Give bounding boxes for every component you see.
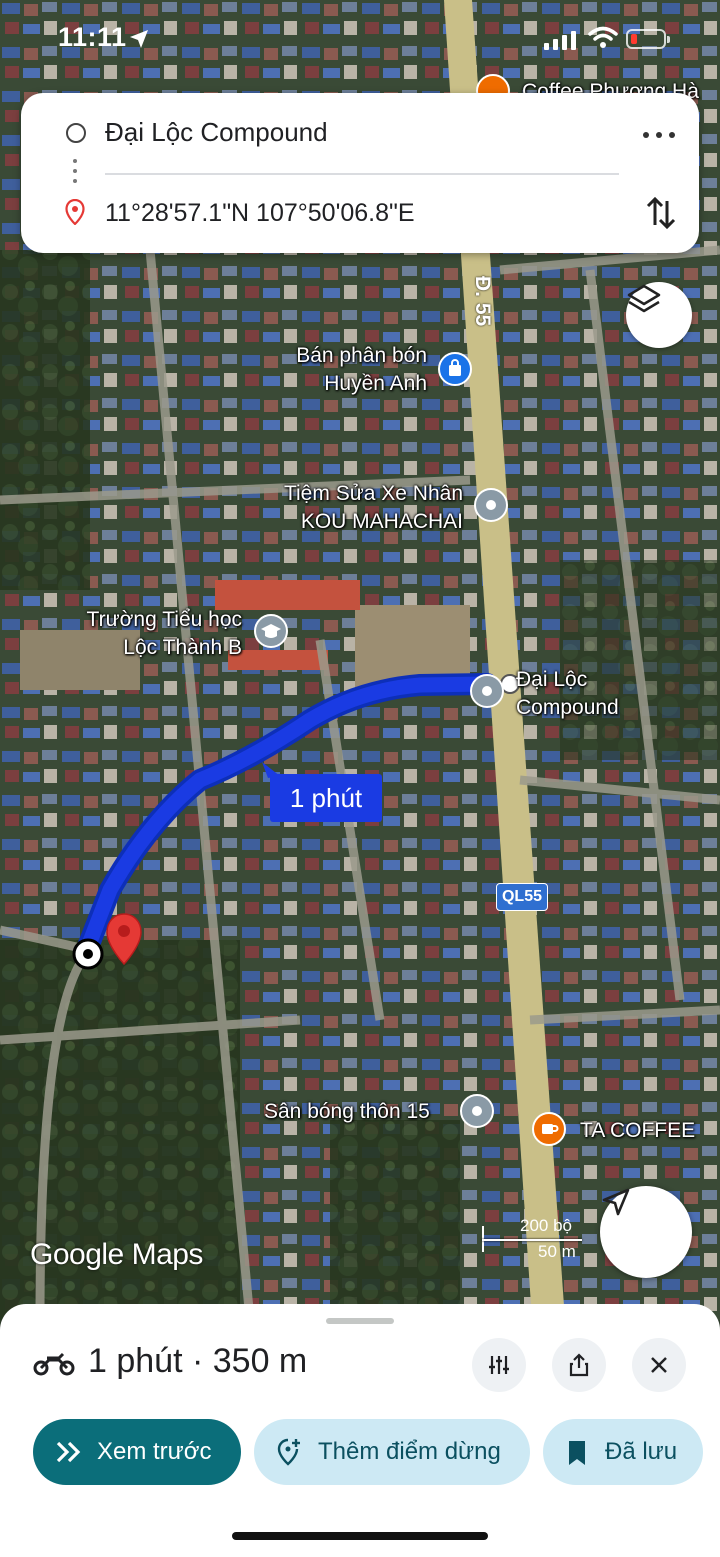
poi-label-field[interactable]: Sân bóng thôn 15 <box>264 1098 430 1126</box>
swap-icon[interactable] <box>643 193 679 233</box>
location-arrow-icon <box>130 30 148 48</box>
poi-label-school-line1[interactable]: Trường Tiểu học <box>70 606 242 634</box>
close-icon <box>651 1357 667 1373</box>
navigation-arrow-icon <box>602 1188 630 1216</box>
compound-pin-icon[interactable] <box>470 674 504 708</box>
close-button[interactable] <box>632 1338 686 1392</box>
preview-button-label: Xem trước <box>97 1438 212 1465</box>
route-card: Đại Lộc Compound 11°28'57.1"N 107°50'06.… <box>21 93 699 253</box>
sheet-drag-handle[interactable] <box>326 1318 394 1324</box>
bookmark-icon <box>569 1441 585 1465</box>
road-name-label: Đ. 55 <box>471 276 494 327</box>
motorcycle-icon <box>33 1352 75 1376</box>
destination-pin-icon[interactable] <box>104 912 144 970</box>
battery-icon <box>626 29 670 49</box>
poi-label-compound-line2[interactable]: Compound <box>516 694 619 722</box>
destination-field[interactable]: 11°28'57.1"N 107°50'06.8"E <box>105 199 415 228</box>
poi-label-repair-line2[interactable]: KOU MAHACHAI <box>270 508 463 536</box>
map-scale: 200 bộ 50 m <box>482 1214 592 1262</box>
share-button[interactable] <box>552 1338 606 1392</box>
route-options-button[interactable] <box>472 1338 526 1392</box>
my-location-button[interactable] <box>600 1186 692 1278</box>
tune-icon <box>489 1356 509 1374</box>
poi-label-compound-line1[interactable]: Đại Lộc <box>516 666 587 694</box>
route-duration-label[interactable]: 1 phút <box>270 774 382 822</box>
layers-icon <box>627 284 661 313</box>
origin-circle-icon <box>66 123 86 143</box>
coffee-cup-icon[interactable] <box>532 1112 566 1146</box>
poi-label-fertilizer-line2[interactable]: Huyền Anh <box>281 370 427 398</box>
double-chevron-icon <box>56 1441 81 1463</box>
route-dots-icon <box>73 159 77 189</box>
poi-label-coffee[interactable]: TA COFFEE <box>580 1117 695 1145</box>
saved-button-label: Đã lưu <box>605 1438 678 1465</box>
poi-label-school-line2[interactable]: Lộc Thành B <box>70 634 242 662</box>
saved-button[interactable]: Đã lưu <box>543 1419 703 1485</box>
field-pin-icon[interactable] <box>460 1094 494 1128</box>
layers-button[interactable] <box>626 282 692 348</box>
google-maps-logo: Google Maps <box>30 1238 203 1271</box>
origin-field[interactable]: Đại Lộc Compound <box>105 117 328 148</box>
scale-metric-label: 50 m <box>538 1242 576 1261</box>
add-location-icon <box>277 1438 300 1466</box>
share-icon <box>569 1353 589 1377</box>
place-pin-icon[interactable] <box>474 488 508 522</box>
route-summary: 1 phút · 350 m <box>88 1342 308 1380</box>
divider <box>105 173 619 175</box>
scale-imperial-label: 200 bộ <box>520 1216 572 1235</box>
destination-pin-icon-small <box>65 199 85 225</box>
add-stop-button[interactable]: Thêm điểm dừng <box>254 1419 530 1485</box>
status-bar: 11:11 <box>0 0 720 80</box>
school-icon[interactable] <box>254 614 288 648</box>
highway-badge: QL55 <box>496 883 548 911</box>
cellular-signal-icon <box>544 31 576 50</box>
bottom-sheet: 1 phút · 350 m Xem trước Thêm điểm dừng … <box>0 1304 720 1557</box>
add-stop-button-label: Thêm điểm dừng <box>318 1438 501 1465</box>
wifi-icon <box>588 26 618 48</box>
status-time: 11:11 <box>58 22 127 52</box>
poi-label-repair-line1[interactable]: Tiệm Sửa Xe Nhân <box>270 480 463 508</box>
more-options-button[interactable] <box>641 119 677 149</box>
shopping-bag-icon[interactable] <box>438 352 472 386</box>
home-indicator[interactable] <box>232 1532 488 1540</box>
poi-label-fertilizer-line1[interactable]: Bán phân bón <box>281 342 427 370</box>
preview-button[interactable]: Xem trước <box>33 1419 241 1485</box>
